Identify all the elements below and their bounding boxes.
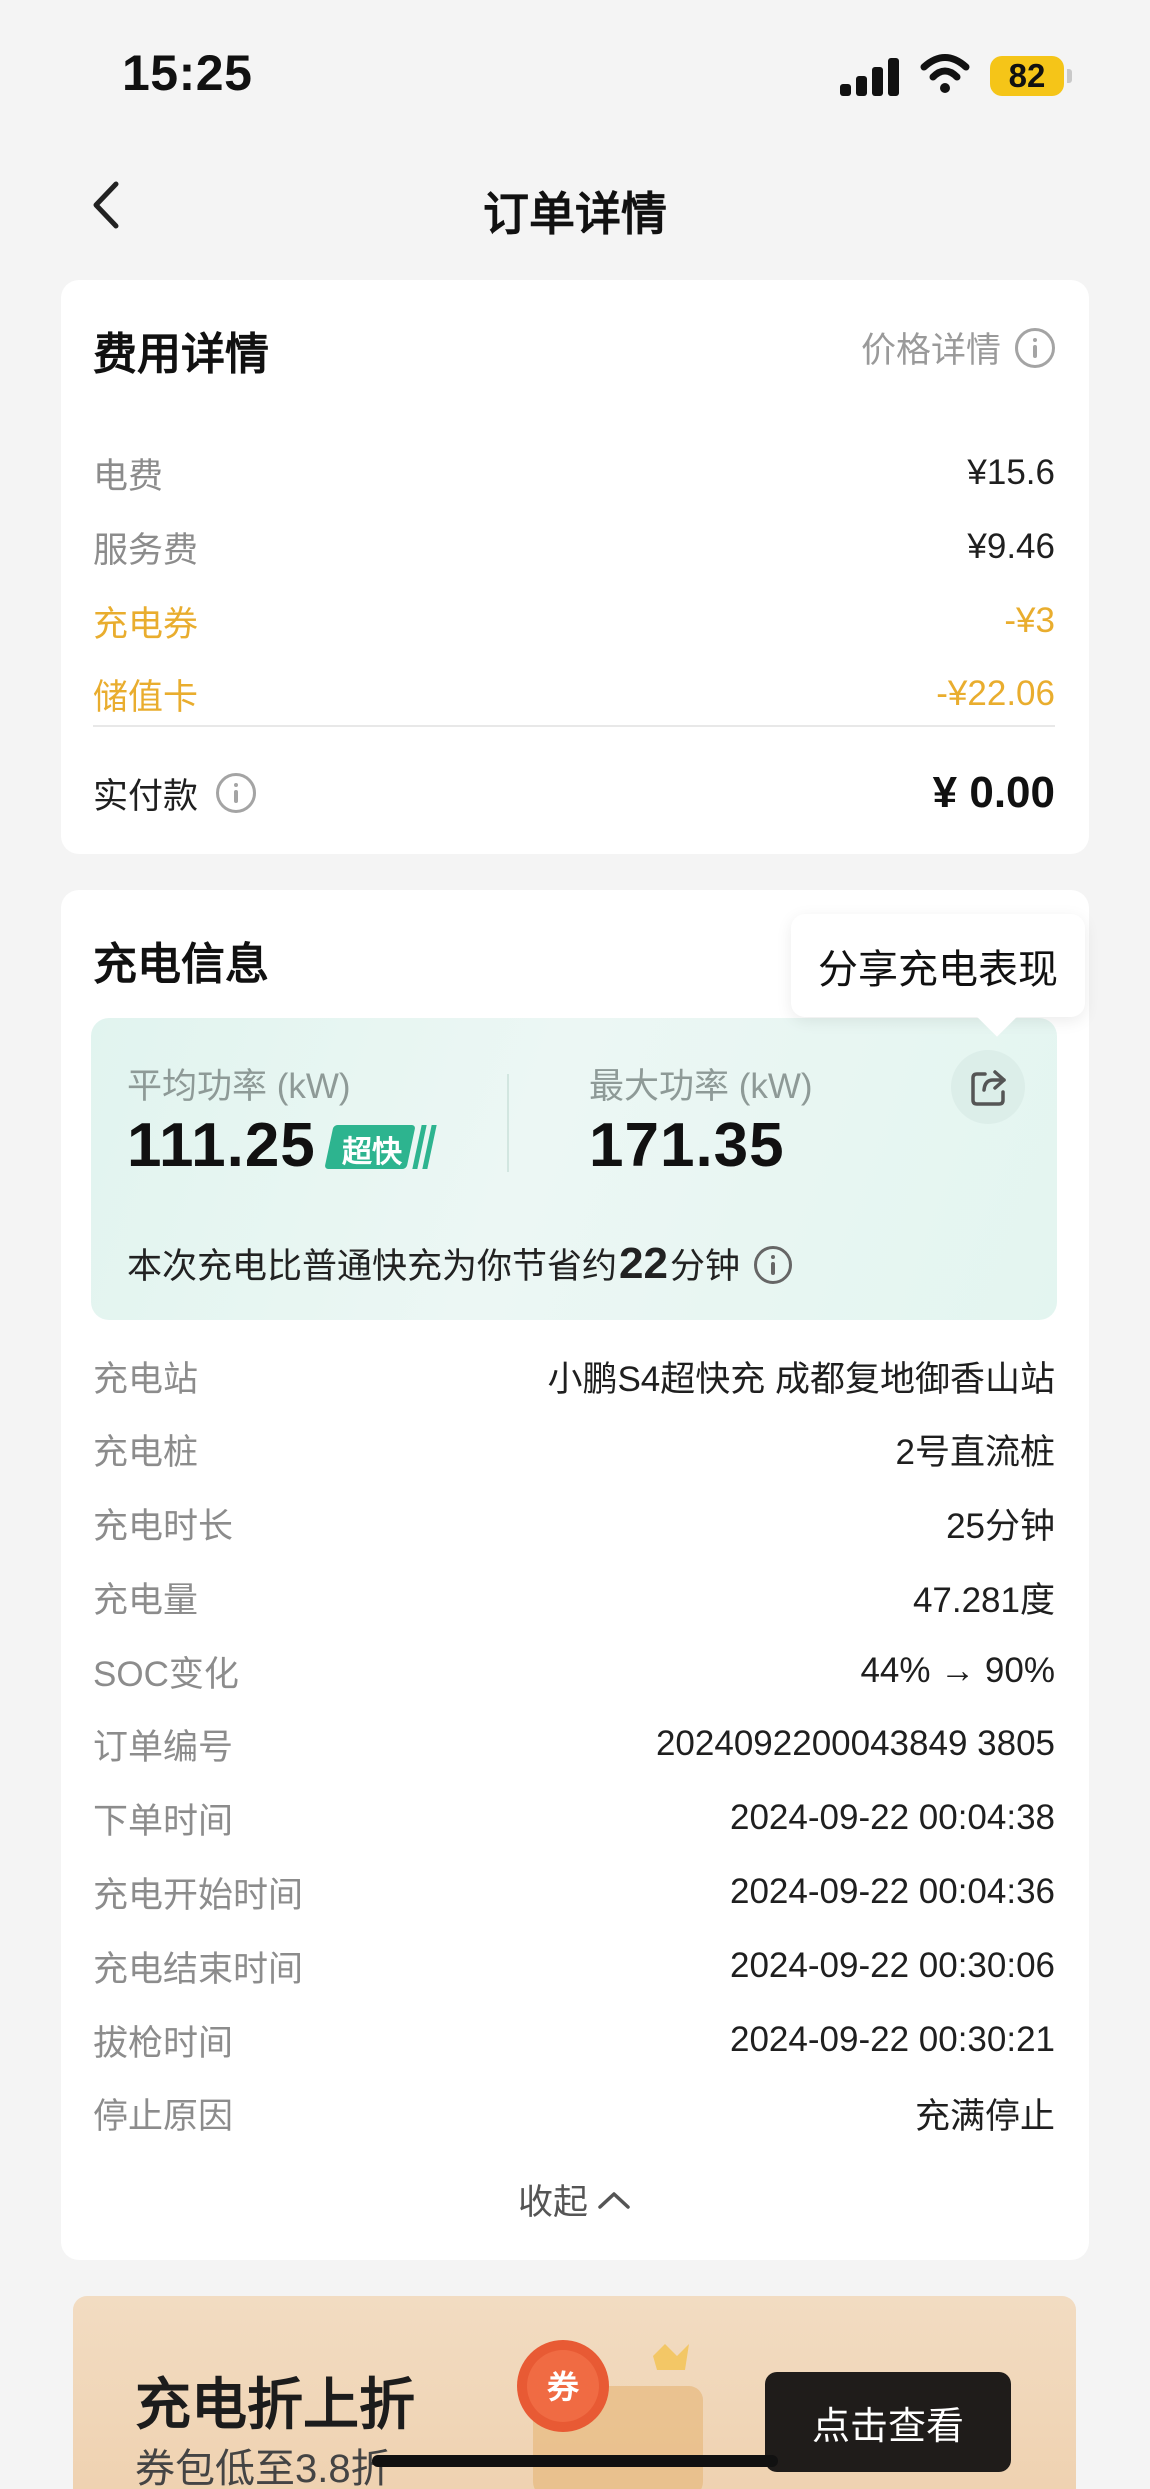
divider	[507, 1074, 509, 1172]
nav-bar: 订单详情	[0, 160, 1150, 250]
status-bar: 15:25 82	[0, 0, 1150, 150]
max-power-value: 171.35	[589, 1111, 785, 1180]
info-value: 2024-09-22 00:30:06	[730, 1946, 1055, 1985]
avg-power-value: 111.25	[127, 1111, 316, 1180]
fee-detail-card: 费用详情 价格详情 电费 ¥15.6 服务费 ¥9.46 充电券 -¥3 储值卡…	[61, 280, 1089, 854]
cellular-signal-icon	[840, 56, 900, 96]
info-value: 2024-09-22 00:04:36	[730, 1872, 1055, 1911]
collapse-button[interactable]: 收起	[61, 2174, 1089, 2225]
paid-row: 实付款 ¥ 0.00	[93, 763, 1055, 823]
time-saved-info-icon[interactable]	[753, 1246, 792, 1284]
info-row: 充电时长 25分钟	[93, 1498, 1055, 1548]
info-value: 2024092200043849 3805	[655, 1724, 1055, 1763]
time-saved-text: 本次充电比普通快充为你节省约 22 分钟	[127, 1238, 792, 1289]
info-icon	[1015, 327, 1055, 368]
banner-subtitle: 券包低至3.8折	[135, 2447, 391, 2489]
info-row: 订单编号 2024092200043849 3805	[93, 1719, 1055, 1769]
banner-title: 充电折上折	[135, 2373, 415, 2436]
paid-value: ¥ 0.00	[932, 768, 1055, 817]
info-label: 充电站	[93, 1359, 199, 1399]
fee-label: 电费	[93, 456, 164, 496]
home-indicator	[372, 2455, 778, 2467]
info-value: 充满停止	[914, 2096, 1055, 2136]
paid-info-icon[interactable]	[216, 773, 257, 813]
charging-info-card: 充电信息 平均功率 (kW) 111.25 超快 最大功率 (kW) 171.3…	[61, 890, 1089, 2260]
info-label: 充电时长	[93, 1506, 234, 1546]
info-value: 2号直流桩	[895, 1432, 1055, 1472]
fee-row: 储值卡 -¥22.06	[93, 669, 1055, 719]
battery-icon: 82	[990, 56, 1072, 96]
divider	[93, 725, 1055, 727]
fee-value: -¥22.06	[936, 674, 1055, 713]
info-label: SOC变化	[93, 1654, 239, 1694]
info-label: 充电结束时间	[93, 1949, 304, 1989]
info-value: 47.281度	[912, 1580, 1055, 1620]
price-detail-link[interactable]: 价格详情	[861, 322, 1055, 373]
share-tooltip: 分享充电表现	[791, 914, 1085, 1017]
max-power-label: 最大功率 (kW)	[589, 1067, 813, 1106]
time-saved-suffix: 分钟	[669, 1247, 740, 1286]
view-button[interactable]: 点击查看	[765, 2372, 1011, 2472]
page-title: 订单详情	[483, 188, 667, 240]
fee-label: 服务费	[93, 530, 199, 570]
info-label: 充电量	[93, 1580, 199, 1620]
fast-badge: 超快	[324, 1125, 437, 1169]
info-row: 充电站 小鹏S4超快充 成都复地御香山站	[93, 1351, 1055, 1401]
time-saved-minutes: 22	[619, 1239, 668, 1288]
fee-row: 服务费 ¥9.46	[93, 522, 1055, 572]
fee-label: 充电券	[93, 604, 199, 644]
info-value: 2024-09-22 00:30:21	[730, 2020, 1055, 2059]
fee-value: ¥9.46	[967, 527, 1055, 566]
info-row: 充电桩 2号直流桩	[93, 1424, 1055, 1474]
info-label: 充电开始时间	[93, 1875, 304, 1915]
power-summary: 平均功率 (kW) 111.25 超快 最大功率 (kW) 171.35 本次充…	[91, 1018, 1057, 1320]
info-value: 25分钟	[946, 1506, 1055, 1546]
info-row: 充电量 47.281度	[93, 1572, 1055, 1622]
info-row: 停止原因 充满停止	[93, 2088, 1055, 2138]
info-label: 充电桩	[93, 1432, 199, 1472]
info-row: 充电开始时间 2024-09-22 00:04:36	[93, 1867, 1055, 1917]
time-saved-prefix: 本次充电比普通快充为你节省约	[127, 1247, 618, 1286]
info-label: 拔枪时间	[93, 2023, 234, 2063]
coupon-char: 券	[547, 2368, 580, 2406]
avg-power-label: 平均功率 (kW)	[127, 1067, 351, 1106]
info-label: 订单编号	[93, 1727, 234, 1767]
info-value: 小鹏S4超快充 成都复地御香山站	[547, 1359, 1055, 1399]
collapse-label: 收起	[517, 2183, 588, 2222]
fee-value: ¥15.6	[967, 453, 1055, 492]
fee-row: 电费 ¥15.6	[93, 448, 1055, 498]
fee-card-title: 费用详情	[93, 330, 269, 379]
share-icon[interactable]	[951, 1050, 1025, 1124]
info-label: 停止原因	[93, 2096, 234, 2136]
fee-value: -¥3	[1004, 601, 1055, 640]
charge-card-title: 充电信息	[93, 940, 269, 989]
info-value: 44% → 90%	[860, 1651, 1055, 1690]
status-time: 15:25	[122, 45, 253, 101]
price-detail-label: 价格详情	[860, 331, 1001, 370]
fast-badge-label: 超快	[342, 1136, 402, 1169]
info-value: 2024-09-22 00:04:38	[730, 1798, 1055, 1837]
wifi-icon	[920, 54, 970, 93]
fee-label: 储值卡	[93, 677, 199, 717]
info-row: 充电结束时间 2024-09-22 00:30:06	[93, 1941, 1055, 1991]
fee-row: 充电券 -¥3	[93, 596, 1055, 646]
paid-label: 实付款	[93, 776, 199, 816]
info-row: SOC变化 44% → 90%	[93, 1646, 1055, 1696]
info-row: 下单时间 2024-09-22 00:04:38	[93, 1793, 1055, 1843]
battery-level: 82	[990, 56, 1064, 96]
info-label: 下单时间	[93, 1801, 234, 1841]
info-row: 拔枪时间 2024-09-22 00:30:21	[93, 2015, 1055, 2065]
chevron-up-icon	[598, 2191, 630, 2209]
